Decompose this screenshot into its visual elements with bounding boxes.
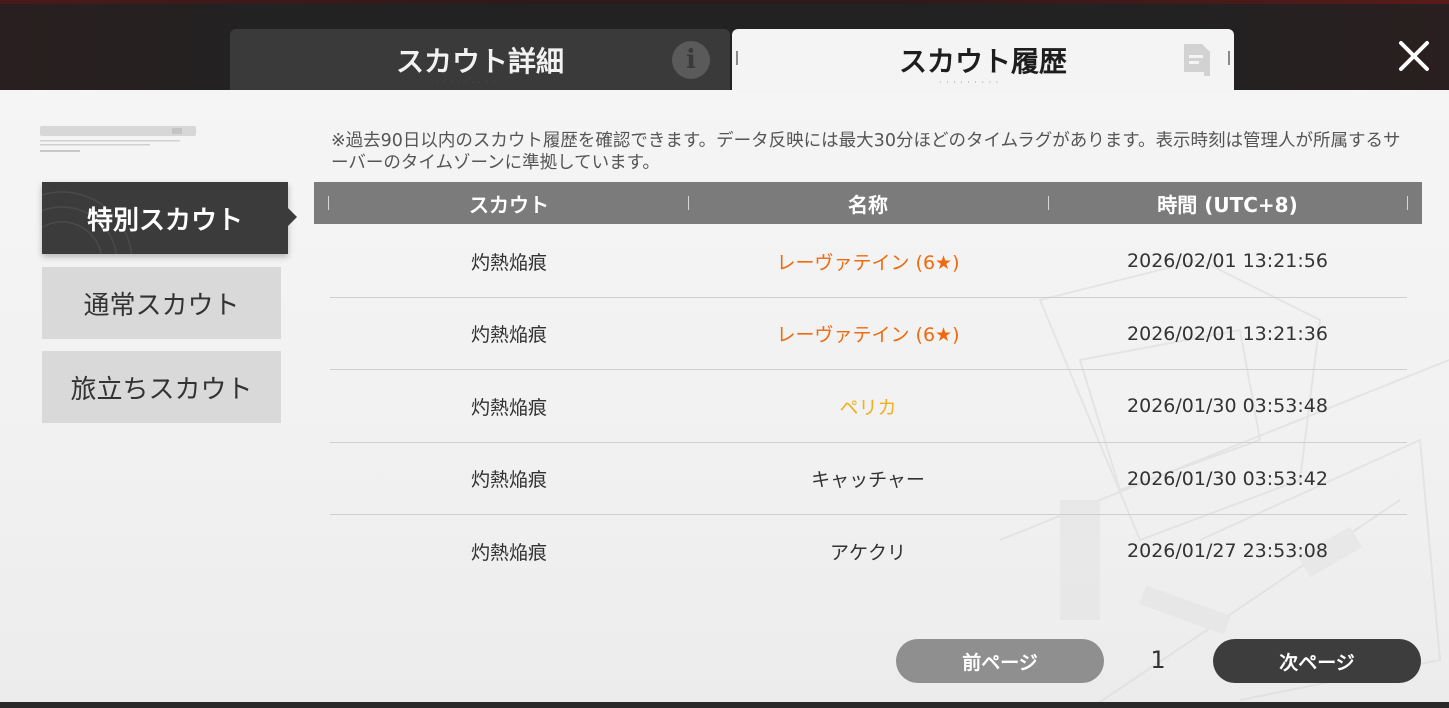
preview-thumbnail — [40, 126, 196, 152]
table-row: 灼熱焔痕 ペリカ 2026/01/30 03:53:48 — [330, 370, 1407, 442]
bottom-strip — [0, 702, 1449, 708]
sidebar-item-special-scout[interactable]: 特別スカウト — [42, 182, 288, 254]
document-icon — [1184, 44, 1210, 76]
header-name: 名称 — [848, 192, 888, 217]
tab-divider-left — [736, 51, 738, 65]
cell-name: ペリカ — [839, 396, 897, 419]
cell-scout: 灼熱焔痕 — [470, 251, 547, 274]
close-button[interactable] — [1392, 34, 1436, 78]
header-separator — [328, 196, 329, 210]
sidebar-item-departure-scout[interactable]: 旅立ちスカウト — [42, 351, 281, 423]
info-icon: i — [672, 41, 710, 79]
page-number: 1 — [1150, 646, 1166, 674]
cell-scout: 灼熱焔痕 — [470, 396, 547, 419]
tab-scout-history-label: スカウト履歴 — [899, 40, 1067, 87]
cell-time: 2026/01/30 03:53:48 — [1127, 395, 1328, 417]
table-row: 灼熱焔痕 レーヴァテイン (6★) 2026/02/01 13:21:36 — [330, 298, 1407, 370]
prev-page-button[interactable]: 前ページ — [896, 639, 1104, 683]
table-row: 灼熱焔痕 キャッチャー 2026/01/30 03:53:42 — [330, 443, 1407, 515]
cell-name: レーヴァテイン (6★) — [776, 324, 960, 346]
cell-name: キャッチャー — [811, 469, 925, 491]
cell-name: レーヴァテイン (6★) — [776, 251, 960, 274]
next-page-button[interactable]: 次ページ — [1213, 639, 1421, 683]
notice-text: ※過去90日以内のスカウト履歴を確認できます。データ反映には最大30分ほどのタイ… — [331, 131, 1401, 173]
cell-scout: 灼熱焔痕 — [470, 469, 547, 491]
tab-scout-history[interactable]: スカウト履歴 — [732, 29, 1234, 90]
table-row: 灼熱焔痕 アケクリ 2026/01/27 23:53:08 — [330, 515, 1407, 587]
cell-time: 2026/02/01 13:21:36 — [1127, 322, 1328, 345]
cell-time: 2026/01/27 23:53:08 — [1127, 540, 1328, 562]
tab-scout-detail[interactable]: スカウト詳細 i — [230, 29, 730, 90]
sidebar-item-normal-scout[interactable]: 通常スカウト — [42, 267, 281, 339]
header-time: 時間 (UTC+8) — [1157, 192, 1298, 217]
sidebar-item-label: 旅立ちスカウト — [70, 374, 253, 405]
sidebar-item-label: 通常スカウト — [83, 290, 240, 321]
header-scout: スカウト — [469, 192, 549, 217]
table-header: スカウト 名称 時間 (UTC+8) — [314, 182, 1422, 224]
cell-name: アケクリ — [829, 541, 906, 564]
tab-scout-detail-label: スカウト詳細 — [396, 40, 564, 87]
cell-time: 2026/01/30 03:53:42 — [1127, 467, 1328, 490]
table-row: 灼熱焔痕 レーヴァテイン (6★) 2026/02/01 13:21:56 — [330, 225, 1407, 297]
cell-scout: 灼熱焔痕 — [470, 541, 547, 564]
tab-divider-right — [1228, 51, 1230, 65]
close-icon — [1399, 41, 1429, 71]
cell-time: 2026/02/01 13:21:56 — [1127, 250, 1328, 272]
cell-scout: 灼熱焔痕 — [470, 324, 547, 346]
sidebar-item-label: 特別スカウト — [86, 205, 243, 236]
header-separator — [1407, 196, 1408, 210]
active-indicator-arrow — [288, 208, 297, 226]
